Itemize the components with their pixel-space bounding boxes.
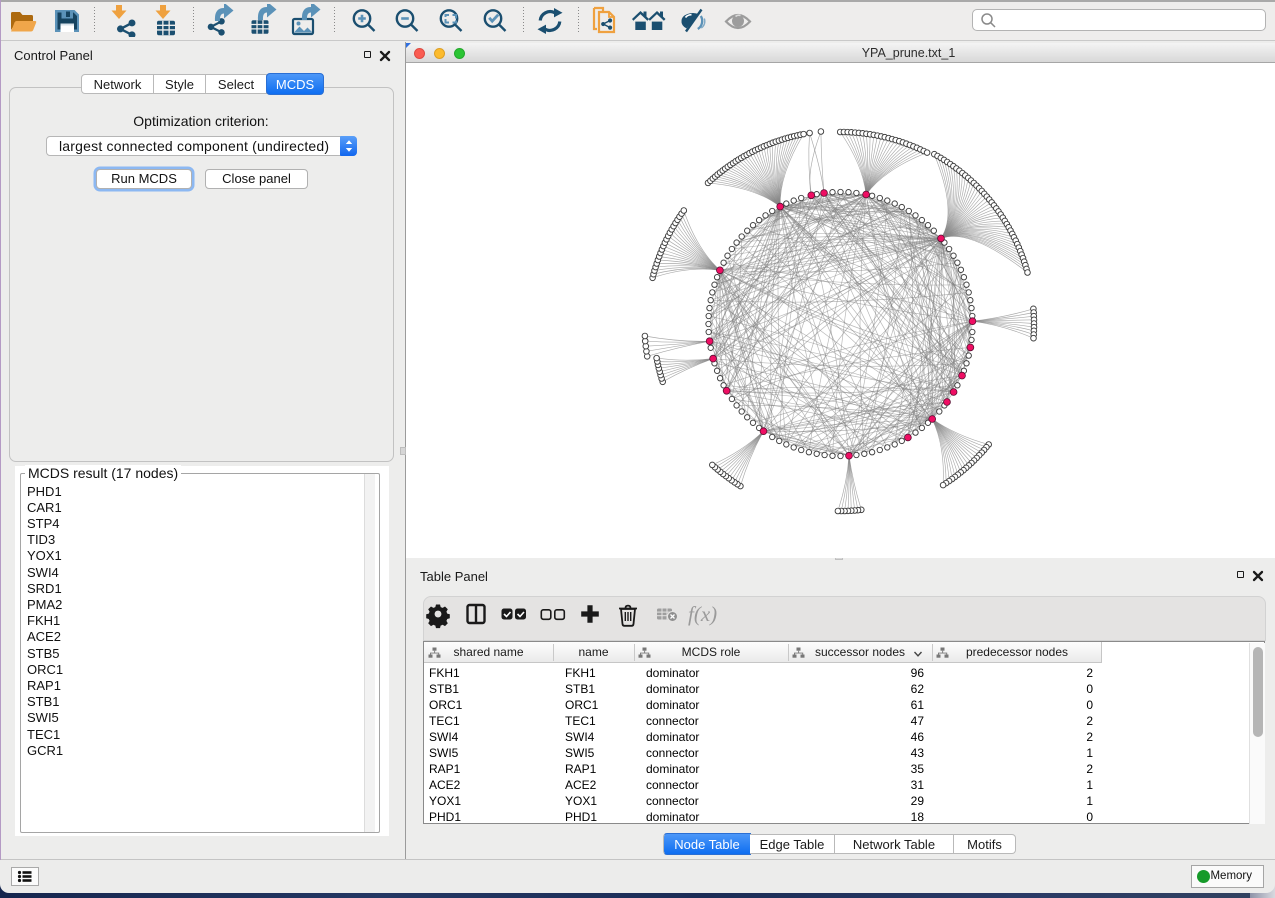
- svg-text:f(x): f(x): [688, 602, 717, 626]
